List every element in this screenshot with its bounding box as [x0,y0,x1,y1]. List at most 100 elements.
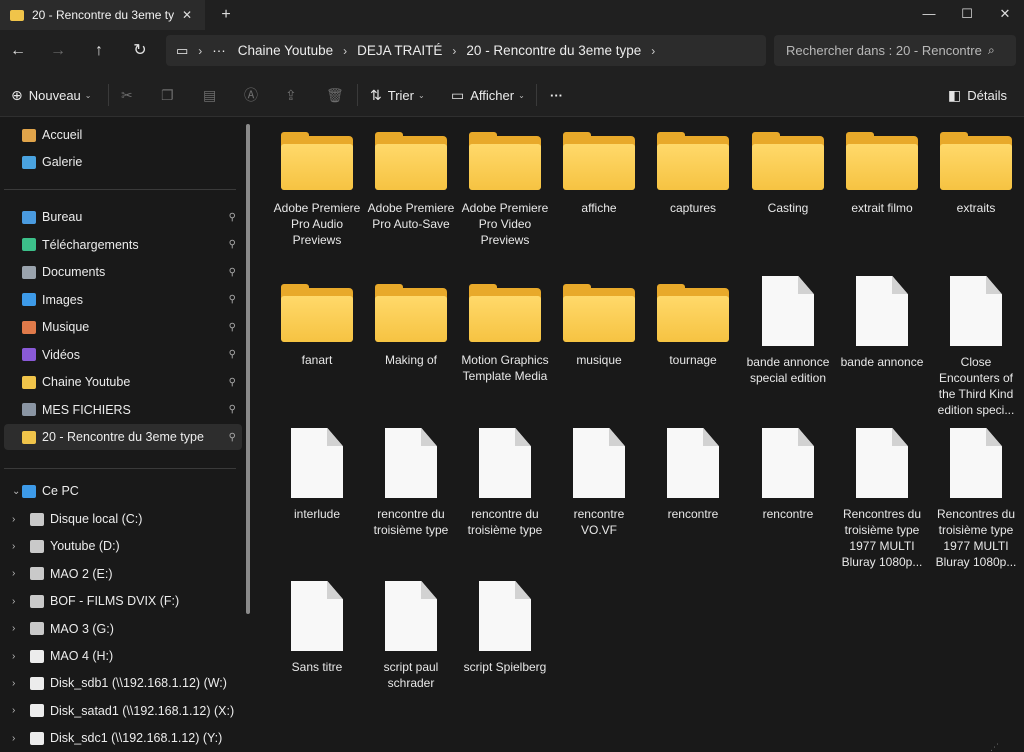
folder-item[interactable]: Adobe Premiere Pro Auto-Save [364,118,458,232]
sidebar-item[interactable]: › BOF - FILMS DVIX (F:) [4,588,242,614]
details-button-label: Détails [967,87,1007,103]
address-bar[interactable]: ▭ › ··· Chaine Youtube › DEJA TRAITÉ › 2… [166,35,766,66]
sidebar-item[interactable]: › Youtube (D:) [4,533,242,559]
sidebar-item[interactable]: › Disk_sdb1 (\\192.168.1.12) (W:) [4,670,242,696]
expand-chevron-icon[interactable]: › [12,541,15,552]
sidebar-item[interactable]: Vidéos ⚲ [4,342,242,368]
file-item[interactable]: script paul schrader [364,575,458,691]
expand-chevron-icon[interactable]: › [12,705,15,716]
sidebar-item[interactable]: Musique ⚲ [4,314,242,340]
expand-chevron-icon[interactable]: ⌄ [12,486,20,497]
minimize-button[interactable]: — [910,0,948,30]
resize-grip-icon[interactable]: ⋰ [990,742,1020,752]
delete-button[interactable]: 🗑 [326,82,350,108]
breadcrumb-overflow[interactable]: ··· [212,43,226,58]
breadcrumb-chaine-youtube[interactable]: Chaine Youtube [238,43,333,58]
file-item[interactable]: bande annonce special edition [741,270,835,386]
sidebar-item[interactable]: Documents ⚲ [4,259,242,285]
back-button[interactable]: ← [4,38,32,64]
sidebar-item[interactable]: › MAO 3 (G:) [4,616,242,642]
folder-item[interactable]: Motion Graphics Template Media [458,270,552,384]
file-item[interactable]: Rencontres du troisième type 1977 MULTI … [929,422,1023,570]
breadcrumb-separator-icon[interactable]: › [452,44,456,58]
folder-item[interactable]: extrait filmo [835,118,929,216]
expand-chevron-icon[interactable]: › [12,733,15,744]
sidebar-item[interactable]: Bureau ⚲ [4,204,242,230]
more-options-button[interactable]: ··· [550,82,563,108]
paste-button[interactable]: ▤ [203,82,222,108]
file-item[interactable]: rencontre [646,422,740,522]
refresh-button[interactable]: ↻ [126,38,154,64]
search-input[interactable] [786,43,982,58]
search-box[interactable]: ⌕ [774,35,1016,66]
folder-item[interactable]: captures [646,118,740,216]
file-item[interactable]: rencontre du troisième type [364,422,458,538]
sidebar-item[interactable]: Chaine Youtube ⚲ [4,369,242,395]
expand-chevron-icon[interactable]: › [12,623,15,634]
breadcrumb-separator-icon[interactable]: › [343,44,347,58]
sidebar-item[interactable]: › Disque local (C:) [4,506,242,532]
file-item[interactable]: rencontre du troisième type [458,422,552,538]
sort-button[interactable]: ⇅ Trier ⌄ [370,82,425,108]
view-button[interactable]: ▭ Afficher ⌄ [451,82,525,108]
sidebar-item[interactable]: Accueil [4,122,242,148]
window-tab[interactable]: 20 - Rencontre du 3eme ty ✕ [0,0,205,30]
sidebar-item[interactable]: › Disk_sdc1 (\\192.168.1.12) (Y:) [4,725,242,751]
share-button[interactable]: ⇪ [285,82,303,108]
breadcrumb-separator-icon[interactable]: › [198,44,202,58]
file-item[interactable]: script Spielberg [458,575,552,675]
folder-item[interactable]: extraits [929,118,1023,216]
drive-icon [30,594,44,608]
expand-chevron-icon[interactable]: › [12,514,15,525]
up-button[interactable]: ↑ [85,38,113,64]
file-item[interactable]: rencontre VO.VF [552,422,646,538]
expand-chevron-icon[interactable]: › [12,678,15,689]
file-item[interactable]: interlude [270,422,364,522]
new-button[interactable]: ⊕ Nouveau ⌄ [11,82,91,108]
download-icon [22,238,36,251]
breadcrumb-separator-icon[interactable]: › [651,44,655,58]
breadcrumb-deja-traite[interactable]: DEJA TRAITÉ [357,43,442,58]
folder-item[interactable]: affiche [552,118,646,216]
sidebar-item[interactable]: ⌄ Ce PC [4,478,242,504]
sidebar-item[interactable]: MES FICHIERS ⚲ [4,397,242,423]
sidebar-item[interactable]: › MAO 2 (E:) [4,561,242,587]
rename-button[interactable]: Ⓐ [244,82,264,108]
sidebar-divider [4,189,236,190]
copy-button[interactable]: ❐ [161,82,180,108]
search-icon[interactable]: ⌕ [988,43,995,58]
file-item[interactable]: Rencontres du troisième type 1977 MULTI … [835,422,929,570]
new-tab-button[interactable]: + [216,4,236,26]
item-name: captures [669,201,717,215]
folder-item[interactable]: Making of [364,270,458,368]
expand-chevron-icon[interactable]: › [12,568,15,579]
expand-chevron-icon[interactable]: › [12,651,15,662]
maximize-button[interactable]: ☐ [948,0,986,30]
folder-item[interactable]: Adobe Premiere Pro Audio Previews [270,118,364,248]
sidebar-item[interactable]: Téléchargements ⚲ [4,232,242,258]
folder-item[interactable]: Adobe Premiere Pro Video Previews [458,118,552,248]
file-item[interactable]: Sans titre [270,575,364,675]
file-item[interactable]: bande annonce [835,270,929,370]
file-item[interactable]: Close Encounters of the Third Kind editi… [929,270,1023,418]
folder-item[interactable]: musique [552,270,646,368]
tab-close-icon[interactable]: ✕ [182,8,192,22]
sidebar-item[interactable]: Images ⚲ [4,287,242,313]
folder-item[interactable]: fanart [270,270,364,368]
sidebar-item[interactable]: › Disk_satad1 (\\192.168.1.12) (X:) [4,698,242,724]
sidebar-item[interactable]: › MAO 4 (H:) [4,643,242,669]
breadcrumb-current-folder[interactable]: 20 - Rencontre du 3eme type [466,43,641,58]
details-button[interactable]: ◧ Détails [948,82,1007,108]
folder-item[interactable]: tournage [646,270,740,368]
forward-button[interactable]: → [44,38,72,64]
sidebar-scrollbar[interactable] [246,124,250,614]
file-item[interactable]: rencontre [741,422,835,522]
cut-button[interactable]: ✂ [121,82,139,108]
sidebar-item[interactable]: Galerie [4,149,242,175]
expand-chevron-icon[interactable]: › [12,596,15,607]
folder-item[interactable]: Casting [741,118,835,216]
sidebar-item[interactable]: 20 - Rencontre du 3eme type ⚲ [4,424,242,450]
sidebar-item-label: Téléchargements [42,237,139,252]
close-window-button[interactable]: ✕ [986,0,1024,30]
computer-icon[interactable]: ▭ [176,43,188,59]
